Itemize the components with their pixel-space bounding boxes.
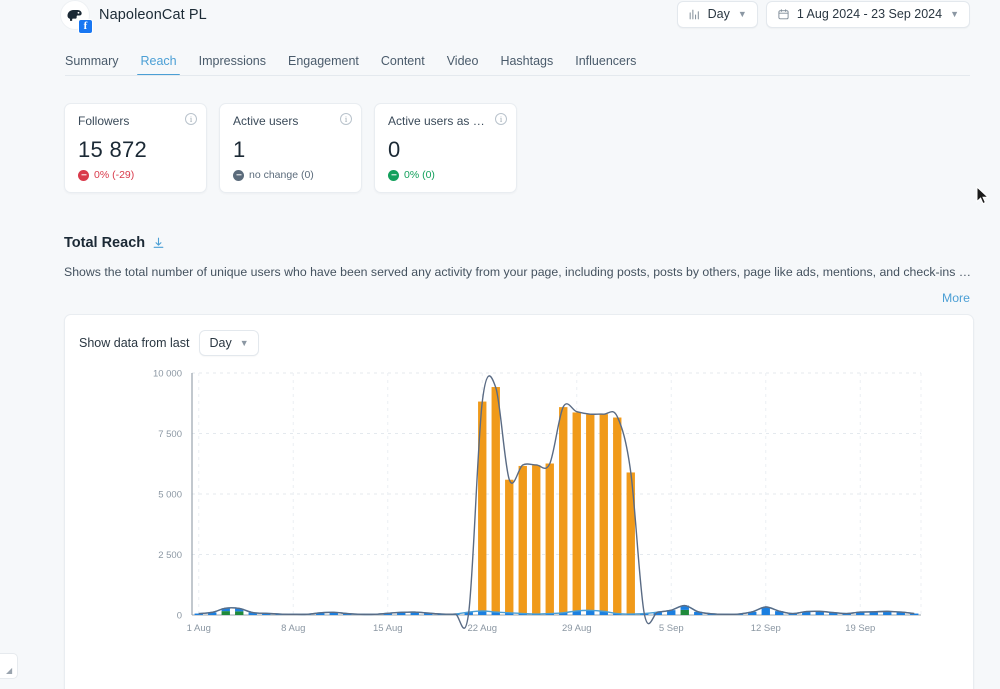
facebook-badge: f: [78, 19, 93, 34]
metric-card: Active users as % o… 00% (0) i: [374, 103, 517, 193]
tab-impressions[interactable]: Impressions: [188, 54, 277, 76]
tab-label: Influencers: [575, 54, 637, 68]
granularity-label: Day: [707, 7, 730, 21]
header-controls: Day ▼ 1 Aug 2024 - 23 Sep 2024 ▼: [676, 0, 970, 28]
svg-text:8 Aug: 8 Aug: [281, 623, 305, 634]
metric-card: Active users 1 no change (0) i: [219, 103, 362, 193]
metric-card-delta: no change (0): [233, 169, 314, 181]
metric-card-delta: 0% (0): [388, 169, 435, 181]
tab-influencers[interactable]: Influencers: [564, 54, 647, 76]
tab-bar-divider: [65, 75, 970, 76]
metric-card-delta: 0% (-29): [78, 169, 134, 181]
svg-text:19 Sep: 19 Sep: [845, 623, 875, 634]
svg-text:29 Aug: 29 Aug: [562, 623, 592, 634]
tab-summary[interactable]: Summary: [65, 54, 129, 76]
tab-reach[interactable]: Reach: [129, 54, 187, 76]
svg-text:22 Aug: 22 Aug: [467, 623, 497, 634]
page-title: Total Reach: [64, 235, 165, 251]
metric-card-title: Active users as % o…: [388, 115, 488, 128]
tab-bar: Summary Reach Impressions Engagement Content…: [0, 48, 1000, 76]
more-link[interactable]: More: [942, 291, 970, 305]
chevron-down-icon: ▼: [239, 338, 249, 348]
tab-label: Engagement: [288, 54, 359, 68]
svg-text:5 000: 5 000: [158, 490, 182, 501]
granularity-selector[interactable]: Day ▼: [676, 0, 758, 28]
calendar-icon: [778, 8, 789, 19]
metric-card-delta-text: 0% (0): [404, 169, 435, 181]
date-range-label: 1 Aug 2024 - 23 Sep 2024: [796, 7, 943, 21]
download-icon[interactable]: [152, 236, 165, 250]
svg-text:5 Sep: 5 Sep: [659, 623, 684, 634]
resize-handle-icon[interactable]: ◢: [6, 667, 12, 675]
tab-engagement[interactable]: Engagement: [277, 54, 370, 76]
metric-card-value: 15 872: [78, 137, 148, 163]
tab-label: Summary: [65, 54, 119, 68]
show-data-label: Show data from last: [79, 336, 190, 350]
date-range-selector[interactable]: 1 Aug 2024 - 23 Sep 2024 ▼: [765, 0, 970, 28]
metric-card-delta-text: no change (0): [249, 169, 314, 181]
svg-text:0: 0: [177, 611, 182, 622]
info-icon[interactable]: i: [185, 113, 197, 125]
trend-icon: [78, 169, 89, 181]
svg-text:15 Aug: 15 Aug: [373, 623, 403, 634]
chevron-down-icon: ▼: [950, 9, 959, 19]
tab-video[interactable]: Video: [436, 54, 490, 76]
metric-card-value: 1: [233, 137, 246, 163]
total-reach-chart-panel: Show data from last Day ▼ 0 2 500 5 000 7 5…: [64, 314, 974, 689]
metric-card: Followers 15 872 0% (-29) i: [64, 103, 207, 193]
chart-granularity-selector[interactable]: Day ▼: [199, 330, 259, 356]
chart-toolbar: Show data from last Day ▼: [79, 330, 259, 356]
svg-text:12 Sep: 12 Sep: [751, 623, 781, 634]
brand[interactable]: f NapoleonCat PL: [60, 0, 207, 34]
avatar: f: [60, 0, 93, 34]
svg-text:1 Aug: 1 Aug: [187, 623, 211, 634]
left-scroll-rail: ◢: [0, 0, 18, 689]
metric-cards: Followers 15 872 0% (-29) i Active users 1 no …: [64, 103, 517, 193]
reach-chart[interactable]: 0 2 500 5 000 7 500 10 000 1 Aug 8 Aug 15 Aug 22…: [65, 363, 973, 663]
bar-chart-icon: [689, 9, 699, 19]
chevron-down-icon: ▼: [737, 9, 747, 19]
metric-card-title: Followers: [78, 115, 130, 128]
trend-icon: [388, 169, 399, 181]
info-icon[interactable]: i: [495, 113, 507, 125]
metric-card-value: 0: [388, 137, 401, 163]
tab-hashtags[interactable]: Hashtags: [489, 54, 564, 76]
section-title-text: Total Reach: [64, 235, 146, 251]
tab-label: Reach: [140, 54, 177, 68]
page-header: f NapoleonCat PL Day ▼ 1 Aug 2024 - 23 S…: [0, 0, 1000, 36]
info-icon[interactable]: i: [340, 113, 352, 125]
tab-label: Hashtags: [500, 54, 554, 68]
svg-text:7 500: 7 500: [158, 429, 182, 440]
mouse-pointer: [976, 186, 990, 205]
metric-card-title: Active users: [233, 115, 299, 128]
tab-label: Video: [446, 54, 479, 68]
tab-content[interactable]: Content: [370, 54, 436, 76]
svg-text:2 500: 2 500: [158, 550, 182, 561]
tab-label: Content: [380, 54, 425, 68]
chart-granularity-label: Day: [209, 336, 232, 350]
brand-name: NapoleonCat PL: [99, 7, 207, 23]
tab-label: Impressions: [198, 54, 267, 68]
trend-icon: [233, 169, 244, 181]
section-description: Shows the total number of unique users w…: [64, 265, 974, 279]
metric-card-delta-text: 0% (-29): [94, 169, 135, 181]
svg-text:10 000: 10 000: [153, 369, 182, 380]
